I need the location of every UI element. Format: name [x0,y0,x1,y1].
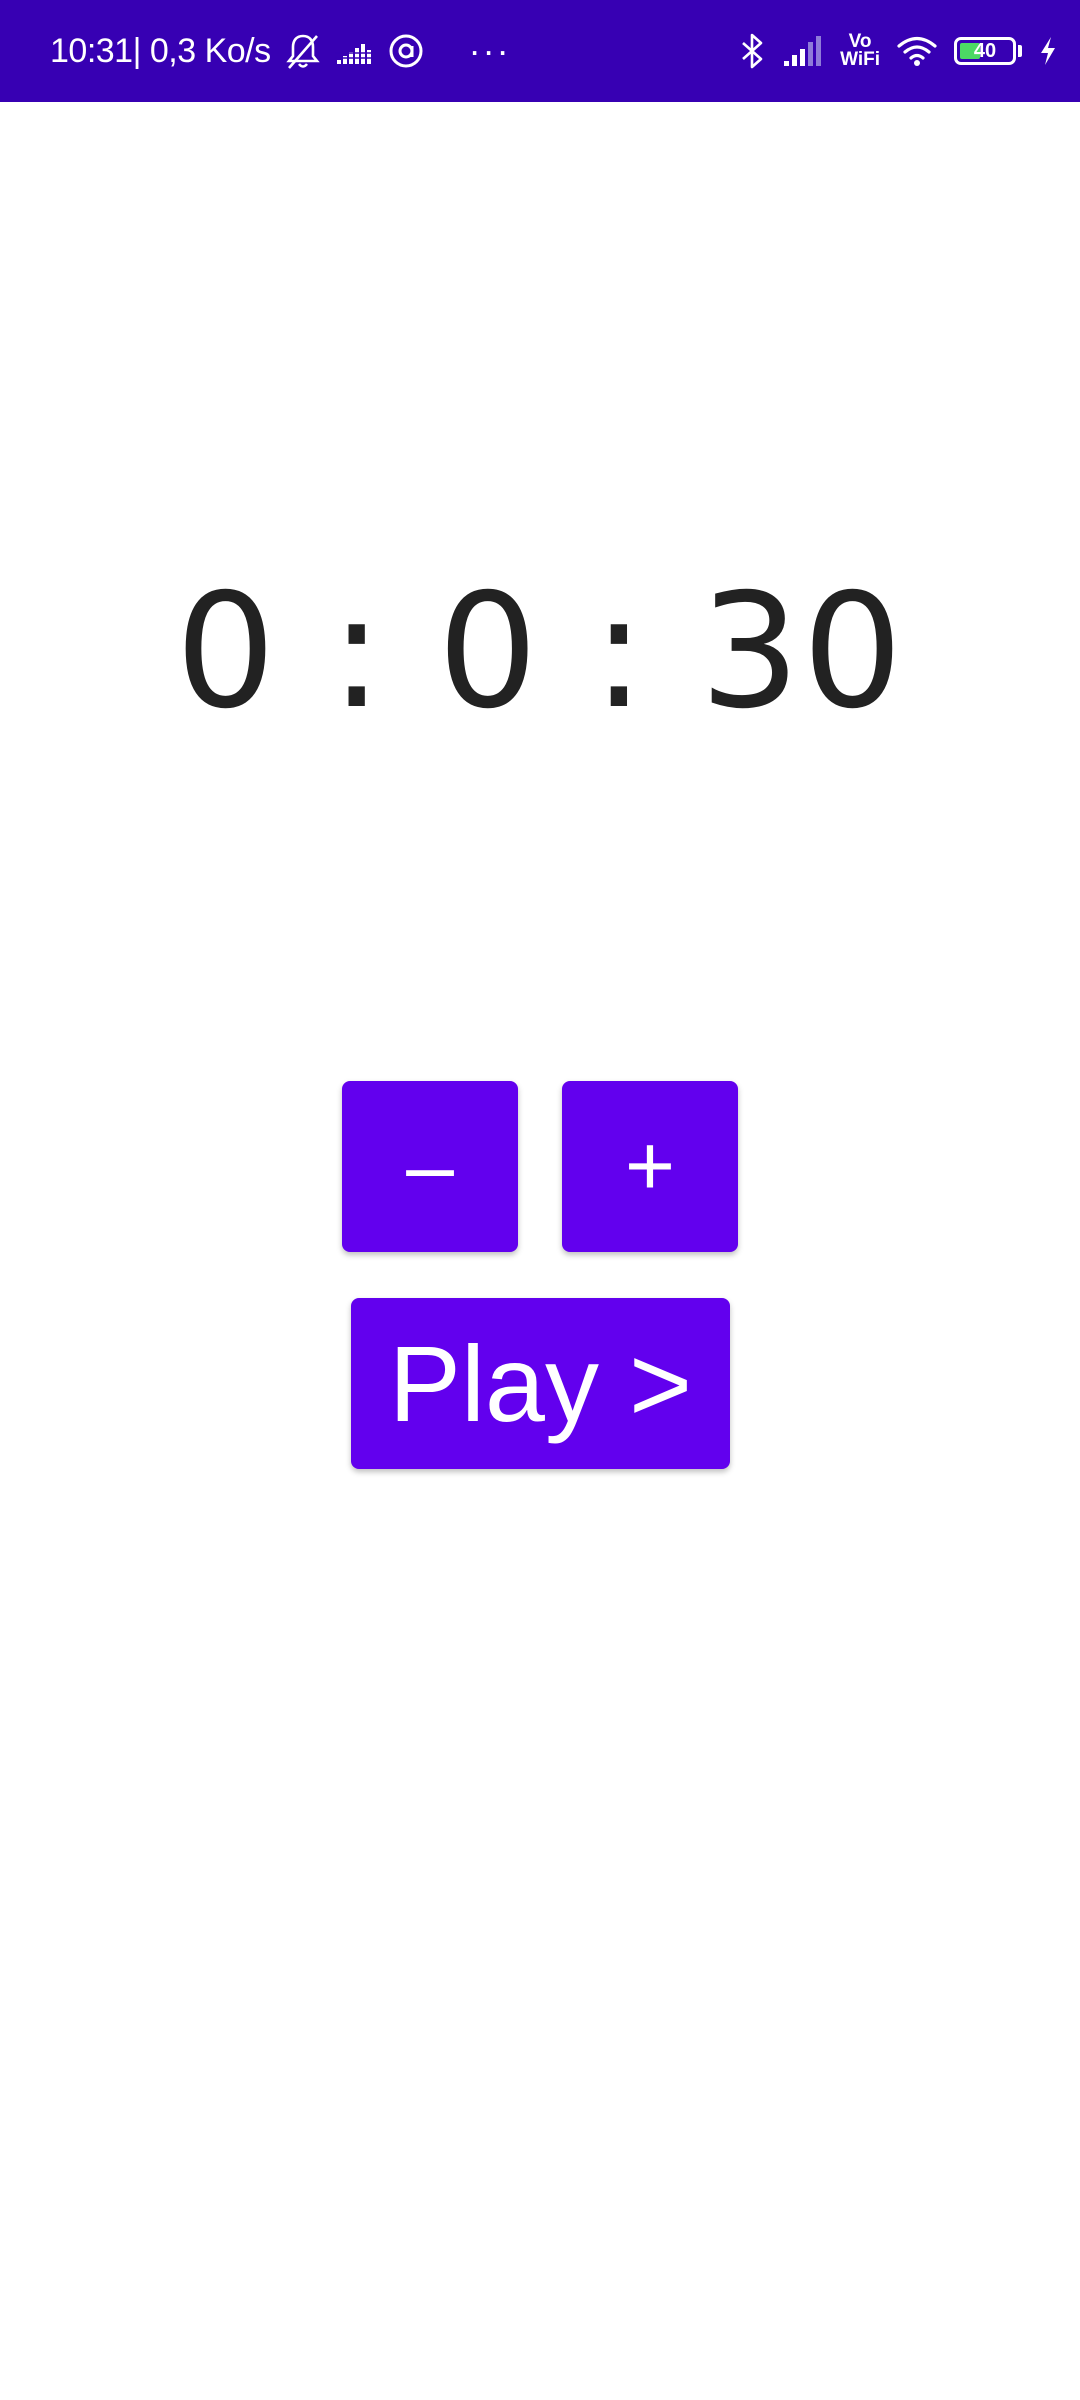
charging-icon [1038,35,1058,67]
bluetooth-icon [738,32,766,70]
wifi-icon [896,35,938,67]
battery-level-text: 40 [973,40,997,62]
timer-display: 0 : 0 : 30 [175,560,905,744]
battery-body: 40 [954,37,1016,65]
status-bar-right: Vo WiFi 40 [738,0,1058,102]
more-dots: ··· [468,30,511,71]
status-bar-left: 10:31| 0,3 Ko/s ··· [50,0,511,102]
vowifi-icon: Vo WiFi [840,32,880,70]
vowifi-bottom-text: WiFi [840,49,880,70]
battery-icon: 40 [954,37,1022,65]
bell-off-icon [285,32,321,70]
clock-text: 10:31 [50,31,133,70]
equalizer-icon [334,36,373,66]
status-time: 10:31| 0,3 Ko/s [50,32,271,71]
at-sign-icon [387,32,425,70]
battery-cap [1018,45,1022,57]
status-bar: 10:31| 0,3 Ko/s ··· Vo WiFi 40 [0,0,1080,102]
increase-button[interactable]: + [562,1081,738,1252]
decrease-button[interactable]: – [342,1081,518,1252]
screen: 10:31| 0,3 Ko/s ··· Vo WiFi 40 0: 0: 3… [0,0,1080,2400]
play-button[interactable]: Play > [351,1298,730,1469]
network-speed-text: | 0,3 Ko/s [132,31,272,70]
signal-icon [782,34,824,68]
